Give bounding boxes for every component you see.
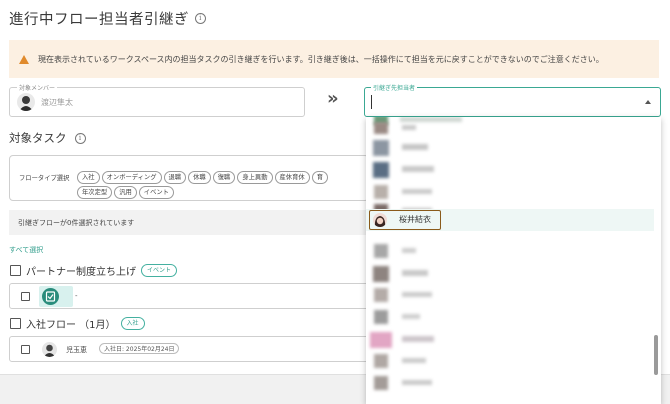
option-name-redacted	[402, 166, 434, 172]
to-user-label: 引継ぎ先担当者	[371, 83, 418, 92]
option-name-redacted	[402, 144, 428, 150]
from-user-avatar	[17, 93, 35, 111]
dropdown-option[interactable]	[366, 181, 654, 201]
info-icon[interactable]: i	[195, 13, 206, 24]
task-checkbox[interactable]	[21, 292, 30, 301]
join-date-badge: 入社日: 2025年02月24日	[99, 343, 180, 354]
page-title: 進行中フロー担当者引継ぎ	[9, 12, 189, 28]
task-checkbox[interactable]	[21, 345, 30, 354]
option-avatar	[370, 332, 392, 348]
selected-count-bar: 引継ぎフローが0件選択されています	[9, 210, 369, 235]
option-avatar	[374, 185, 388, 199]
to-user-input[interactable]	[371, 95, 621, 109]
dropdown-option[interactable]	[366, 329, 654, 349]
option-avatar	[373, 266, 389, 282]
group-tag: 入社	[120, 317, 145, 330]
group-tag: イベント	[141, 264, 178, 277]
assignee-dropdown-list[interactable]: 桜井結衣	[366, 117, 661, 404]
select-all-link[interactable]: すべて選択	[9, 245, 43, 255]
dropdown-option[interactable]	[366, 307, 654, 327]
dropdown-option[interactable]	[366, 159, 654, 179]
flow-group-header: パートナー制度立ち上げ イベント	[10, 263, 178, 278]
option-name-redacted	[402, 270, 428, 276]
flow-type-chip[interactable]: 産休育休	[274, 171, 310, 184]
flow-type-chip[interactable]: 身上異動	[237, 171, 273, 184]
selected-count-text: 引継ぎフローが0件選択されています	[18, 219, 135, 227]
dropdown-option[interactable]	[366, 241, 654, 261]
dropdown-option[interactable]	[366, 351, 654, 371]
option-name-redacted	[402, 248, 416, 253]
flow-type-chip[interactable]: 復職	[212, 171, 236, 184]
page-title-row: 進行中フロー担当者引継ぎ i	[9, 8, 206, 29]
task-row: -	[9, 283, 369, 309]
transfer-arrow-icon: »	[327, 88, 339, 109]
person-name: 児玉恵	[66, 346, 87, 354]
group-name: 入社フロー （1月）	[26, 320, 116, 331]
dropdown-option[interactable]	[366, 117, 654, 137]
dropdown-option[interactable]	[366, 137, 654, 157]
group-checkbox[interactable]	[10, 318, 21, 329]
flow-type-chip[interactable]: イベント	[138, 186, 174, 199]
option-name-redacted	[402, 380, 432, 385]
task-text: -	[75, 292, 78, 300]
tasks-heading-row: 対象タスク i	[9, 130, 86, 146]
option-avatar	[373, 213, 387, 227]
flow-type-chip[interactable]: 汎用	[114, 186, 137, 199]
option-name: 桜井結衣	[399, 215, 431, 224]
flow-type-filter: フロータイプ選択 入社 オンボーディング 退職 休職 復職 身上異動 産休育休育 年次定型汎…	[9, 155, 369, 201]
dropdown-scrollbar[interactable]	[654, 335, 658, 375]
checklist-icon	[42, 288, 59, 305]
from-user-label: 対象メンバー	[17, 83, 58, 92]
dropdown-option[interactable]	[366, 285, 654, 305]
flow-type-chip[interactable]: 育	[311, 171, 328, 184]
option-name-redacted	[402, 314, 420, 319]
option-avatar	[373, 162, 389, 178]
warning-message: 現在表示されているワークスペース内の担当タスクの引き継ぎを行います。引き継ぎ後は…	[38, 54, 604, 64]
option-avatar	[374, 354, 388, 368]
dropdown-option[interactable]	[366, 373, 654, 393]
option-avatar	[374, 310, 388, 324]
flow-type-label: フロータイプ選択	[19, 175, 70, 182]
group-checkbox[interactable]	[10, 265, 21, 276]
option-avatar	[373, 140, 389, 156]
group-name: パートナー制度立ち上げ	[26, 267, 136, 278]
dropdown-option[interactable]	[366, 263, 654, 283]
option-name-redacted	[402, 189, 432, 194]
to-user-select[interactable]: 引継ぎ先担当者	[364, 83, 661, 117]
task-row: 児玉恵 入社日: 2025年02月24日	[9, 336, 369, 362]
info-icon[interactable]: i	[74, 132, 86, 144]
warning-icon	[19, 54, 29, 64]
option-avatar	[374, 244, 388, 258]
warning-alert: 現在表示されているワークスペース内の担当タスクの引き継ぎを行います。引き継ぎ後は…	[9, 40, 659, 78]
option-avatar	[374, 376, 388, 390]
option-name-redacted	[402, 358, 426, 363]
flow-type-chips-row2: 年次定型 汎用 イベント	[76, 179, 175, 199]
dropdown-option-highlighted[interactable]: 桜井結衣	[366, 209, 654, 231]
flow-type-chip[interactable]: 年次定型	[77, 186, 113, 199]
from-user-name: 渡辺隼太	[41, 98, 73, 107]
option-name-redacted	[402, 336, 434, 342]
flow-group-header: 入社フロー （1月） 入社	[10, 316, 145, 331]
from-user-field[interactable]: 対象メンバー 渡辺隼太	[9, 83, 305, 117]
dropdown-caret-icon[interactable]	[645, 100, 651, 104]
option-name-redacted	[402, 292, 432, 297]
person-avatar	[42, 342, 57, 357]
option-avatar	[374, 288, 388, 302]
option-name-redacted	[402, 125, 416, 130]
flow-type-chip[interactable]: 休職	[188, 171, 211, 184]
option-avatar	[374, 122, 388, 134]
tasks-heading: 対象タスク	[9, 131, 67, 145]
